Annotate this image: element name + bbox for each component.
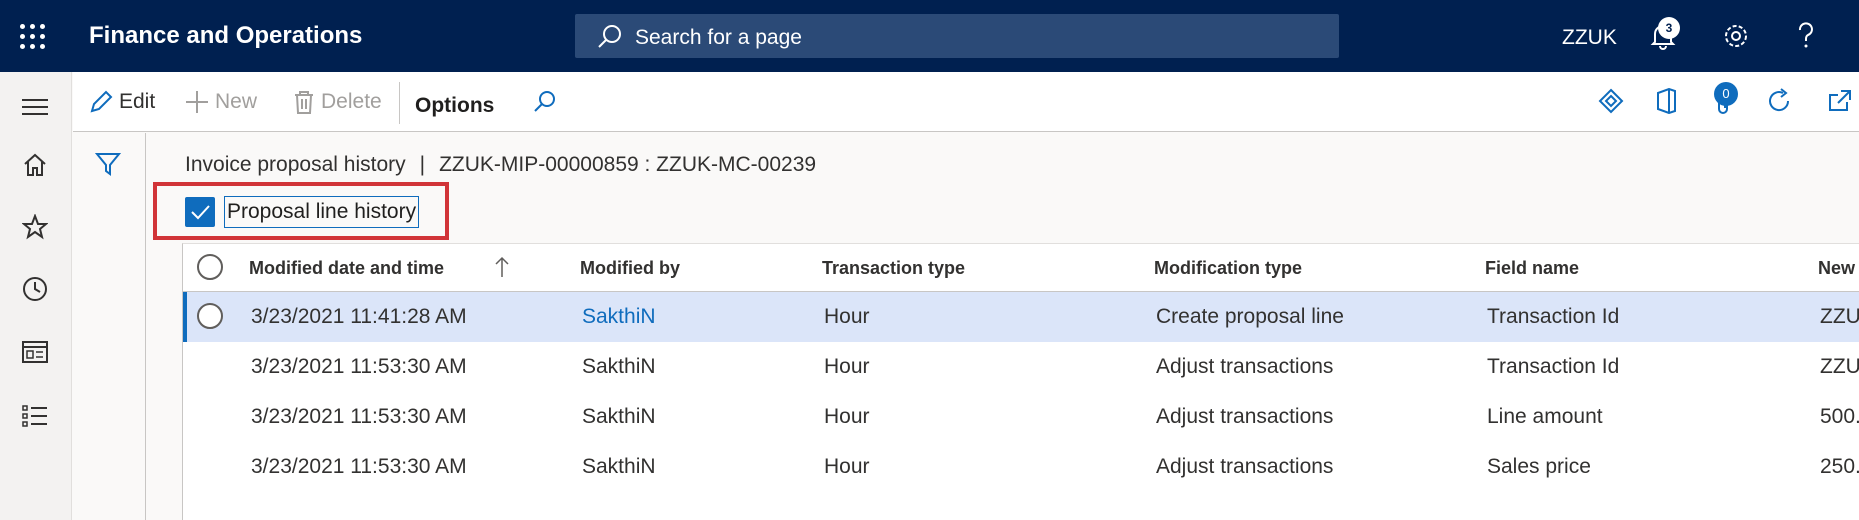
cell-modified-date: 3/23/2021 11:41:28 AM	[251, 305, 467, 328]
cell-modification-type: Adjust transactions	[1156, 405, 1334, 428]
action-pane-divider	[399, 82, 400, 124]
left-navigation-pane	[0, 72, 72, 520]
grid-header-row: Modified date and time Modified by Trans…	[183, 244, 1859, 292]
table-row[interactable]: 3/23/2021 11:53:30 AM SakthiN Hour Adjus…	[183, 342, 1859, 392]
search-placeholder: Search for a page	[635, 26, 802, 49]
main-content: Invoice proposal history | ZZUK-MIP-000008…	[147, 133, 1859, 520]
delete-button[interactable]: Delete	[293, 90, 382, 114]
app-title[interactable]: Finance and Operations	[89, 22, 362, 50]
top-navigation-bar: Finance and Operations Search for a page…	[0, 0, 1859, 72]
filter-funnel-icon[interactable]	[95, 151, 121, 177]
proposal-line-history-checkbox[interactable]	[185, 197, 215, 227]
row-select-radio[interactable]	[197, 303, 223, 329]
cell-transaction-type: Hour	[824, 305, 870, 328]
office-icon[interactable]	[1655, 88, 1677, 114]
cell-modified-by: SakthiN	[582, 455, 656, 478]
home-icon[interactable]	[22, 152, 48, 178]
action-pane: Edit New Delete Options	[73, 72, 1859, 132]
column-header-modified-date[interactable]: Modified date and time	[249, 258, 444, 279]
cell-new-value: ZZUI	[1820, 305, 1859, 328]
column-header-new-value[interactable]: New	[1818, 258, 1855, 279]
recent-clock-icon[interactable]	[22, 276, 48, 302]
edit-button[interactable]: Edit	[89, 90, 155, 114]
cell-modified-date: 3/23/2021 11:53:30 AM	[251, 455, 467, 478]
plus-icon	[186, 91, 208, 113]
cell-transaction-type: Hour	[824, 355, 870, 378]
record-identifier: ZZUK-MIP-00000859 : ZZUK-MC-00239	[439, 153, 817, 176]
cell-transaction-type: Hour	[824, 405, 870, 428]
new-label: New	[215, 90, 258, 113]
column-header-modified-by[interactable]: Modified by	[580, 258, 680, 279]
cell-field-name: Line amount	[1487, 405, 1603, 428]
delete-label: Delete	[321, 90, 382, 113]
cell-new-value: 500.0	[1820, 405, 1859, 428]
table-row[interactable]: 3/23/2021 11:41:28 AM SakthiN Hour Creat…	[183, 292, 1859, 342]
cell-field-name: Sales price	[1487, 455, 1591, 478]
cell-modification-type: Create proposal line	[1156, 305, 1344, 328]
cell-modified-by: SakthiN	[582, 405, 656, 428]
page-title: Invoice proposal history	[185, 153, 406, 176]
table-row[interactable]: 3/23/2021 11:53:30 AM SakthiN Hour Adjus…	[183, 392, 1859, 442]
history-grid: Modified date and time Modified by Trans…	[182, 243, 1859, 520]
cell-modified-by-link[interactable]: SakthiN	[582, 305, 656, 329]
caption-separator: |	[419, 153, 426, 176]
page-caption: Invoice proposal history | ZZUK-MIP-000008…	[185, 153, 816, 177]
checkmark-icon	[191, 205, 210, 220]
cell-modified-date: 3/23/2021 11:53:30 AM	[251, 355, 467, 378]
new-button[interactable]: New	[185, 90, 257, 114]
search-icon[interactable]	[533, 90, 557, 114]
company-picker[interactable]: ZZUK	[1562, 26, 1617, 50]
attachments-count-badge: 0	[1714, 82, 1738, 106]
cell-new-value: ZZUI	[1820, 355, 1859, 378]
help-icon[interactable]	[1796, 22, 1816, 50]
sort-ascending-arrow-icon[interactable]	[495, 256, 509, 278]
cell-field-name: Transaction Id	[1487, 305, 1620, 328]
modules-list-icon[interactable]	[22, 404, 48, 428]
options-tab[interactable]: Options	[415, 94, 494, 118]
cell-modified-date: 3/23/2021 11:53:30 AM	[251, 405, 467, 428]
column-header-transaction-type[interactable]: Transaction type	[822, 258, 965, 279]
gear-icon[interactable]	[1722, 22, 1750, 50]
power-apps-diamond-icon[interactable]	[1598, 88, 1624, 114]
proposal-line-history-label[interactable]: Proposal line history	[224, 196, 420, 228]
search-icon	[598, 25, 621, 48]
cell-modification-type: Adjust transactions	[1156, 355, 1334, 378]
search-bar[interactable]: Search for a page	[575, 14, 1339, 58]
cell-field-name: Transaction Id	[1487, 355, 1620, 378]
table-row[interactable]: 3/23/2021 11:53:30 AM SakthiN Hour Adjus…	[183, 442, 1859, 492]
select-all-radio[interactable]	[197, 254, 223, 280]
notification-count-badge: 3	[1658, 17, 1680, 39]
cell-modified-by: SakthiN	[582, 355, 656, 378]
open-in-new-window-icon[interactable]	[1827, 88, 1853, 114]
edit-label: Edit	[119, 90, 156, 113]
hamburger-menu-icon[interactable]	[22, 98, 48, 116]
app-launcher-icon[interactable]	[20, 24, 46, 50]
workspaces-icon[interactable]	[22, 340, 48, 364]
refresh-icon[interactable]	[1766, 88, 1792, 114]
column-header-modification-type[interactable]: Modification type	[1154, 258, 1302, 279]
cell-modification-type: Adjust transactions	[1156, 455, 1334, 478]
column-header-field-name[interactable]: Field name	[1485, 258, 1579, 279]
filter-pane-strip	[73, 133, 146, 520]
trash-icon	[295, 91, 313, 114]
cell-new-value: 250.0	[1820, 455, 1859, 478]
favorites-star-icon[interactable]	[22, 214, 48, 240]
pencil-icon	[90, 90, 113, 113]
cell-transaction-type: Hour	[824, 455, 870, 478]
